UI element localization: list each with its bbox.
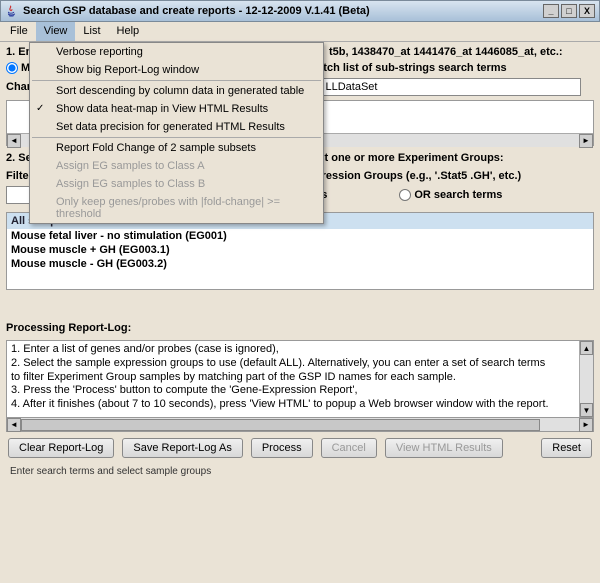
minimize-button[interactable]: _ [543, 4, 559, 18]
scroll-left-icon[interactable]: ◄ [7, 134, 21, 148]
radio-match-exact[interactable]: M [6, 62, 30, 74]
vscroll[interactable]: ▲ ▼ [579, 341, 593, 417]
dd-verbose-reporting[interactable]: Verbose reporting [30, 43, 323, 61]
dd-big-report-log[interactable]: Show big Report-Log window [30, 61, 323, 79]
view-html-button: View HTML Results [385, 438, 503, 458]
statusbar: Enter search terms and select sample gro… [6, 464, 594, 479]
sample-item[interactable]: Mouse fetal liver - no stimulation (EG00… [7, 229, 593, 243]
dd-separator [32, 137, 321, 138]
cancel-button: Cancel [321, 438, 377, 458]
dd-heat-map-label: Show data heat-map in View HTML Results [56, 103, 268, 115]
reset-button[interactable]: Reset [541, 438, 592, 458]
sample-item[interactable]: Mouse muscle - GH (EG003.2) [7, 257, 593, 271]
report-log-area[interactable]: 1. Enter a list of genes and/or probes (… [6, 340, 594, 418]
dataset-input[interactable] [321, 78, 581, 96]
report-log-text: 1. Enter a list of genes and/or probes (… [7, 341, 579, 417]
scroll-down-icon[interactable]: ▼ [580, 403, 593, 417]
dd-fold-change[interactable]: Report Fold Change of 2 sample subsets [30, 139, 323, 157]
dd-assign-class-b: Assign EG samples to Class B [30, 175, 323, 193]
menu-help[interactable]: Help [109, 22, 148, 41]
radio-match-exact-input[interactable] [6, 62, 18, 74]
menu-list[interactable]: List [75, 22, 108, 41]
scroll-up-icon[interactable]: ▲ [580, 341, 593, 355]
radio-match-substring[interactable]: atch list of sub-strings search terms [302, 62, 507, 74]
button-row: Clear Report-Log Save Report-Log As Proc… [6, 432, 594, 464]
sample-item[interactable]: Mouse muscle + GH (EG003.1) [7, 243, 593, 257]
titlebar: Search GSP database and create reports -… [0, 0, 600, 22]
save-log-button[interactable]: Save Report-Log As [122, 438, 242, 458]
menu-file[interactable]: File [2, 22, 36, 41]
dd-keep-fold-threshold: Only keep genes/probes with |fold-change… [30, 193, 323, 223]
clear-log-button[interactable]: Clear Report-Log [8, 438, 114, 458]
process-button[interactable]: Process [251, 438, 313, 458]
dd-heat-map[interactable]: ✓ Show data heat-map in View HTML Results [30, 100, 323, 118]
dd-separator [32, 80, 321, 81]
dd-sort-descending[interactable]: Sort descending by column data in genera… [30, 82, 323, 100]
menubar: File View List Help Verbose reporting Sh… [0, 22, 600, 42]
radio-or-input[interactable] [399, 189, 411, 201]
dd-assign-class-a: Assign EG samples to Class A [30, 157, 323, 175]
scroll-left-icon[interactable]: ◄ [7, 418, 21, 432]
menu-view[interactable]: View [36, 22, 76, 41]
close-button[interactable]: X [579, 4, 595, 18]
window-title: Search GSP database and create reports -… [23, 5, 543, 17]
scroll-right-icon[interactable]: ► [579, 418, 593, 432]
view-dropdown: Verbose reporting Show big Report-Log wi… [29, 42, 324, 224]
radio-or[interactable]: OR search terms [399, 189, 502, 201]
dd-data-precision[interactable]: Set data precision for generated HTML Re… [30, 118, 323, 136]
java-icon [5, 4, 19, 18]
maximize-button[interactable]: □ [561, 4, 577, 18]
scroll-right-icon[interactable]: ► [579, 134, 593, 148]
window-buttons: _ □ X [543, 4, 595, 18]
log-hscroll[interactable]: ◄ ► [6, 418, 594, 432]
processing-label: Processing Report-Log: [6, 322, 594, 334]
check-icon: ✓ [36, 103, 44, 114]
